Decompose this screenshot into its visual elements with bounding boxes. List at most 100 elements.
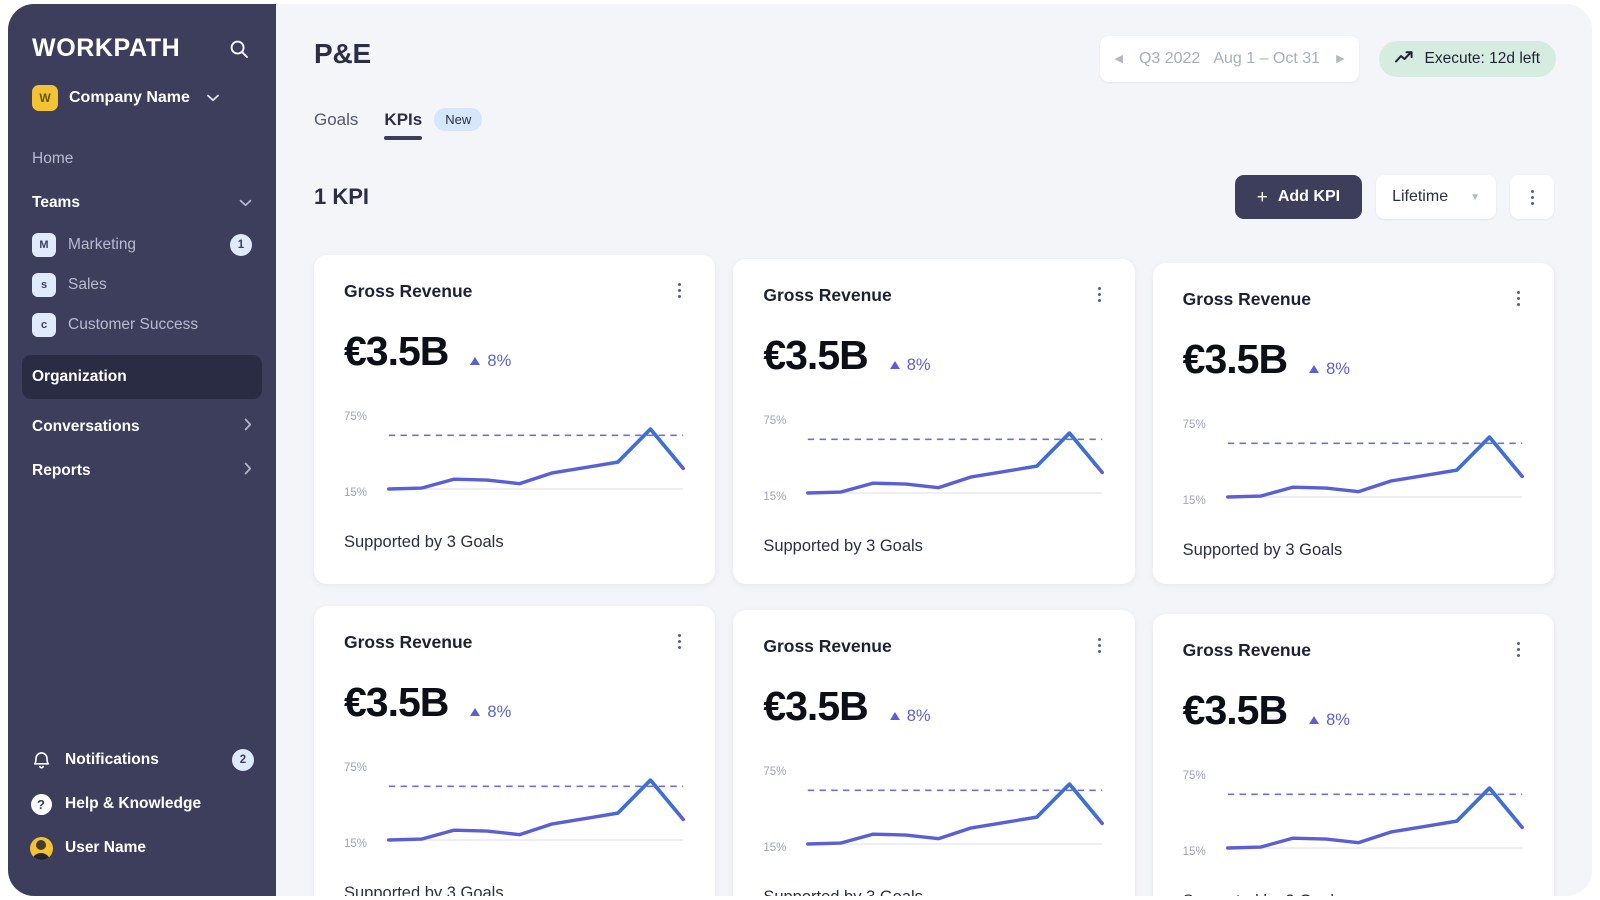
kpi-delta: 8%	[470, 352, 511, 371]
caret-right-icon[interactable]: ▶	[1336, 54, 1344, 65]
sidebar-item-help[interactable]: ? Help & Knowledge	[22, 782, 262, 826]
chevron-down-icon	[207, 89, 219, 107]
bell-icon	[30, 749, 52, 771]
sidebar-item-conversations[interactable]: Conversations	[22, 405, 262, 449]
chart-tick-top: 75%	[344, 411, 367, 423]
kpi-card[interactable]: Gross Revenue €3.5B 8% 75%	[314, 255, 715, 584]
company-avatar: W	[32, 85, 58, 111]
sidebar-item-teams[interactable]: Teams	[22, 181, 262, 225]
kpi-sparkline-chart: 75% 15%	[763, 407, 1104, 507]
dots-vertical-icon	[1517, 642, 1520, 657]
sidebar-item-label: User Name	[65, 839, 146, 857]
kpi-card-footer: Supported by 3 Goals	[1183, 892, 1524, 896]
kpi-card[interactable]: Gross Revenue €3.5B 8% 75%	[314, 606, 715, 896]
kpi-delta: 8%	[1309, 711, 1350, 730]
more-options-button[interactable]	[1510, 175, 1554, 219]
kpi-sparkline-chart: 75% 15%	[1183, 411, 1524, 511]
add-kpi-label: Add KPI	[1278, 188, 1340, 206]
avatar	[30, 837, 52, 859]
sidebar-item-customer-success[interactable]: c Customer Success	[22, 305, 262, 345]
company-switcher[interactable]: W Company Name	[8, 63, 276, 111]
chart-tick-bottom: 15%	[1183, 495, 1206, 507]
chart-tick-bottom: 15%	[1183, 846, 1206, 858]
dots-vertical-icon	[1517, 291, 1520, 306]
chevron-right-icon	[244, 462, 252, 480]
timeframe-select[interactable]: Lifetime ▼	[1376, 175, 1496, 219]
plus-icon: +	[1257, 188, 1268, 207]
dots-vertical-icon	[678, 283, 681, 298]
kpi-card-title: Gross Revenue	[763, 285, 891, 306]
sidebar-item-label: Conversations	[32, 418, 140, 436]
kpi-card-footer: Supported by 3 Goals	[1183, 541, 1524, 560]
toolbar: 1 KPI + Add KPI Lifetime ▼	[276, 141, 1592, 219]
date-range-picker[interactable]: ◀ Q3 2022 Aug 1 – Oct 31 ▶	[1100, 36, 1358, 82]
sidebar-item-sales[interactable]: s Sales	[22, 265, 262, 305]
kpi-card-menu-button[interactable]	[1513, 289, 1524, 308]
dots-vertical-icon	[1098, 287, 1101, 302]
sidebar-item-reports[interactable]: Reports	[22, 449, 262, 493]
sidebar-item-organization[interactable]: Organization	[22, 355, 262, 399]
app-window: WORKPATH W Company Name Home T	[8, 4, 1592, 896]
kpi-value: €3.5B	[344, 679, 448, 726]
search-icon[interactable]	[226, 36, 252, 62]
kpi-sparkline-chart: 75% 15%	[344, 403, 685, 503]
page-title: P&E	[314, 38, 371, 70]
topbar: P&E ◀ Q3 2022 Aug 1 – Oct 31 ▶	[276, 4, 1592, 82]
kpi-card-grid: Gross Revenue €3.5B 8% 75%	[276, 219, 1592, 896]
notifications-count-badge: 2	[232, 749, 254, 771]
kpi-card-title: Gross Revenue	[1183, 640, 1311, 661]
caret-left-icon[interactable]: ◀	[1114, 54, 1122, 65]
kpi-card[interactable]: Gross Revenue €3.5B 8% 75%	[1153, 614, 1554, 896]
kpi-card[interactable]: Gross Revenue €3.5B 8% 75%	[1153, 263, 1554, 584]
sidebar-item-user[interactable]: User Name	[22, 826, 262, 870]
kpi-card-menu-button[interactable]	[1094, 636, 1105, 655]
kpi-count-label: 1 KPI	[314, 184, 369, 210]
sidebar-item-marketing[interactable]: M Marketing 1	[22, 225, 262, 265]
timeframe-value: Lifetime	[1392, 188, 1448, 206]
kpi-card[interactable]: Gross Revenue €3.5B 8% 75%	[733, 259, 1134, 584]
sidebar-item-label: Reports	[32, 462, 91, 480]
kpi-card-menu-button[interactable]	[1094, 285, 1105, 304]
chart-tick-bottom: 15%	[763, 842, 786, 854]
sidebar-item-notifications[interactable]: Notifications 2	[22, 738, 262, 782]
kpi-card-menu-button[interactable]	[674, 281, 685, 300]
sidebar-item-home[interactable]: Home	[22, 137, 262, 181]
kpi-value: €3.5B	[763, 683, 867, 730]
kpi-delta: 8%	[890, 356, 931, 375]
kpi-delta-label: 8%	[487, 703, 511, 722]
kpi-delta: 8%	[1309, 360, 1350, 379]
kpi-card-menu-button[interactable]	[674, 632, 685, 651]
triangle-up-icon	[470, 357, 480, 365]
tab-label: Goals	[314, 110, 358, 129]
triangle-up-icon	[1309, 716, 1319, 724]
kpi-sparkline-chart: 75% 15%	[344, 754, 685, 854]
add-kpi-button[interactable]: + Add KPI	[1235, 175, 1362, 219]
triangle-up-icon	[1309, 365, 1319, 373]
chevron-down-icon	[239, 194, 252, 212]
tab-label: KPIs	[384, 110, 422, 129]
team-avatar: c	[32, 313, 56, 337]
tab-goals[interactable]: Goals	[314, 110, 358, 140]
status-badge: Execute: 12d left	[1379, 41, 1556, 77]
chevron-right-icon	[244, 418, 252, 436]
dots-vertical-icon	[1098, 638, 1101, 653]
kpi-card-footer: Supported by 3 Goals	[763, 537, 1104, 556]
chart-tick-top: 75%	[344, 762, 367, 774]
sidebar-item-label: Help & Knowledge	[65, 795, 201, 813]
kpi-delta-label: 8%	[907, 707, 931, 726]
kpi-card-footer: Supported by 3 Goals	[344, 884, 685, 896]
tab-kpis[interactable]: KPIs	[384, 110, 422, 140]
sidebar-item-label: Home	[32, 150, 73, 168]
triangle-up-icon	[470, 708, 480, 716]
chart-tick-bottom: 15%	[344, 838, 367, 850]
kpi-card-title: Gross Revenue	[344, 632, 472, 653]
sidebar-item-label: Teams	[32, 194, 80, 212]
kpi-card-menu-button[interactable]	[1513, 640, 1524, 659]
company-name: Company Name	[69, 89, 190, 107]
kpi-card[interactable]: Gross Revenue €3.5B 8% 75%	[733, 610, 1134, 896]
kpi-delta-label: 8%	[1326, 360, 1350, 379]
team-avatar: M	[32, 233, 56, 257]
sidebar-item-label: Marketing	[68, 236, 136, 254]
dots-vertical-icon	[678, 634, 681, 649]
dots-vertical-icon	[1531, 190, 1534, 205]
